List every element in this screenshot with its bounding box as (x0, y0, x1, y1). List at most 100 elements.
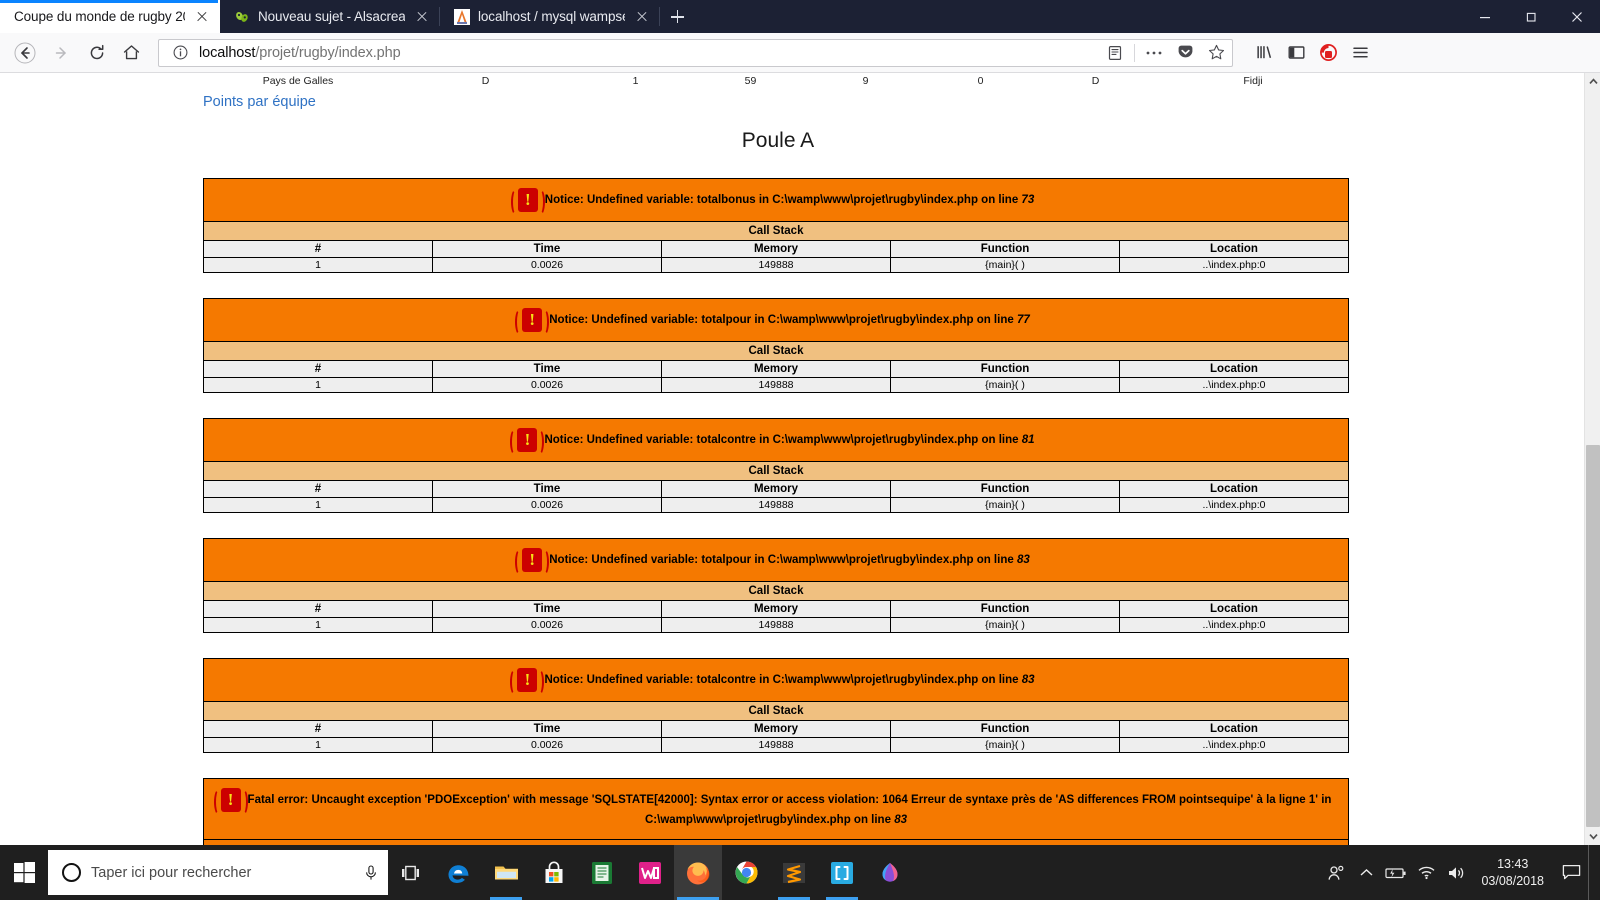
taskbar-app-edge-icon[interactable] (434, 845, 482, 900)
xdebug-message-row: ! Notice: Undefined variable: totalpour i… (203, 538, 1349, 582)
column-header-function: Function (890, 600, 1120, 618)
column-header-time: Time (432, 600, 662, 618)
pocket-icon[interactable] (1173, 41, 1197, 65)
call-stack-columns-row: # Time Memory Function Location (203, 360, 1349, 378)
cell-bonus: 1 (632, 75, 639, 87)
close-button[interactable] (1554, 0, 1600, 33)
address-bar[interactable]: localhost/projet/rugby/index.php (158, 38, 1233, 67)
taskbar-app-wampserver-icon[interactable] (626, 845, 674, 900)
cell-points-against: 9 (862, 75, 869, 87)
windows-taskbar: Taper ici pour rechercher 13:43 03/08/20… (0, 845, 1600, 900)
stack-function: {main}( ) (890, 737, 1120, 753)
column-header-time: Time (432, 360, 662, 378)
cell-result: D (481, 75, 490, 87)
battery-charging-icon[interactable] (1381, 845, 1411, 900)
taskbar-app-brackets-icon[interactable] (818, 845, 866, 900)
page-viewport: Pays de Galles D 1 59 9 0 D Fidji Points… (0, 73, 1600, 845)
xdebug-error-list: ! Notice: Undefined variable: totalbonus … (0, 178, 1585, 845)
browser-tab-0[interactable]: Coupe du monde de rugby 2011 (0, 0, 220, 33)
call-stack-columns-row: # Time Memory Function Location (203, 600, 1349, 618)
scroll-up-arrow-icon[interactable] (1585, 73, 1600, 90)
cell-diff: 0 (977, 75, 984, 87)
alsacreations-icon (234, 9, 250, 25)
taskbar-app-chrome-icon[interactable] (722, 845, 770, 900)
library-icon[interactable] (1249, 38, 1279, 68)
scroll-down-arrow-icon[interactable] (1585, 828, 1600, 845)
browser-toolbar-right (1243, 38, 1375, 68)
tab-close-icon[interactable] (633, 8, 651, 26)
browser-tab-1[interactable]: Nouveau sujet - Alsacreations (220, 0, 440, 33)
column-header-num: # (203, 720, 433, 738)
reader-view-icon[interactable] (1103, 41, 1127, 65)
bookmark-star-icon[interactable] (1204, 41, 1228, 65)
task-view-icon[interactable] (388, 845, 434, 900)
toolbar-divider (1134, 43, 1135, 62)
xdebug-line-number: 83 (894, 814, 907, 826)
microphone-icon[interactable] (362, 864, 380, 882)
back-button[interactable] (7, 36, 43, 69)
show-desktop-button[interactable] (1588, 845, 1596, 900)
minimize-button[interactable] (1462, 0, 1508, 33)
tab-strip: Coupe du monde de rugby 2011 Nouveau suj… (0, 0, 1600, 33)
page-actions-ellipsis-icon[interactable] (1142, 41, 1166, 65)
stack-time: 0.0026 (432, 257, 662, 273)
tab-title: localhost / mysql wampserver / (478, 9, 625, 24)
hamburger-menu-icon[interactable] (1345, 38, 1375, 68)
new-tab-button[interactable] (660, 0, 694, 33)
people-icon[interactable] (1321, 845, 1351, 900)
call-stack-label: Call Stack (203, 341, 1349, 361)
taskbar-app-notepad-green-icon[interactable] (578, 845, 626, 900)
home-button[interactable] (115, 36, 148, 69)
chevron-up-icon[interactable] (1351, 845, 1381, 900)
xdebug-line-number: 77 (1016, 314, 1030, 327)
cortana-search-box[interactable]: Taper ici pour rechercher (48, 850, 388, 895)
tab-close-icon[interactable] (193, 8, 211, 26)
tab-close-icon[interactable] (413, 8, 431, 26)
windows-start-icon[interactable] (0, 845, 48, 900)
taskbar-clock[interactable]: 13:43 03/08/2018 (1471, 845, 1554, 900)
stack-index: 1 (203, 737, 433, 753)
clock-date: 03/08/2018 (1481, 873, 1544, 888)
column-header-function: Function (890, 240, 1120, 258)
taskbar-app-firefox-icon[interactable] (674, 845, 722, 900)
system-tray: 13:43 03/08/2018 (1321, 845, 1600, 900)
warning-bang-icon: ! (510, 668, 545, 695)
column-header-memory: Memory (661, 600, 891, 618)
scrollbar-thumb[interactable] (1586, 445, 1600, 827)
page-info-icon[interactable] (168, 41, 192, 65)
taskbar-app-sublime-text-icon[interactable] (770, 845, 818, 900)
standings-partial-row: Pays de Galles D 1 59 9 0 D Fidji (203, 73, 1353, 89)
xdebug-message-row: ! Notice: Undefined variable: totalpour i… (203, 298, 1349, 342)
xdebug-table: ! Notice: Undefined variable: totalpour i… (203, 538, 1349, 633)
action-center-icon[interactable] (1554, 845, 1588, 900)
stack-location: ..\index.php:0 (1119, 497, 1349, 513)
column-header-function: Function (890, 480, 1120, 498)
browser-tab-2[interactable]: localhost / mysql wampserver / (440, 0, 660, 33)
xdebug-fatal-row: ! Fatal error: Uncaught exception 'PDOExc… (203, 778, 1349, 840)
adblock-shield-icon[interactable] (1313, 38, 1343, 68)
column-header-time: Time (432, 720, 662, 738)
tab-title: Coupe du monde de rugby 2011 (14, 9, 185, 24)
taskbar-app-photos-icon[interactable] (866, 845, 914, 900)
reload-button[interactable] (80, 36, 113, 69)
xdebug-notice-message: ! Notice: Undefined variable: totalpour i… (203, 298, 1349, 342)
call-stack-columns-row: # Time Memory Function Location (203, 480, 1349, 498)
vertical-scrollbar[interactable] (1584, 73, 1600, 845)
call-stack-header-row: Call Stack (203, 701, 1349, 721)
sidebar-icon[interactable] (1281, 38, 1311, 68)
cell-points-for: 59 (744, 75, 757, 87)
xdebug-line-number: 81 (1021, 434, 1035, 447)
xdebug-error-block: ! Notice: Undefined variable: totalpour i… (203, 298, 1349, 393)
table-row: 1 0.0026 149888 {main}( ) ..\index.php:0 (203, 617, 1349, 633)
stack-memory: 149888 (661, 377, 891, 393)
volume-icon[interactable] (1441, 845, 1471, 900)
warning-bang-icon: ! (213, 788, 248, 815)
points-par-equipe-link[interactable]: Points par équipe (203, 94, 316, 110)
maximize-button[interactable] (1508, 0, 1554, 33)
column-header-num: # (203, 480, 433, 498)
taskbar-app-microsoft-store-icon[interactable] (530, 845, 578, 900)
forward-button[interactable] (45, 36, 78, 69)
xdebug-line-number: 73 (1021, 194, 1035, 207)
wifi-icon[interactable] (1411, 845, 1441, 900)
taskbar-app-file-explorer-icon[interactable] (482, 845, 530, 900)
